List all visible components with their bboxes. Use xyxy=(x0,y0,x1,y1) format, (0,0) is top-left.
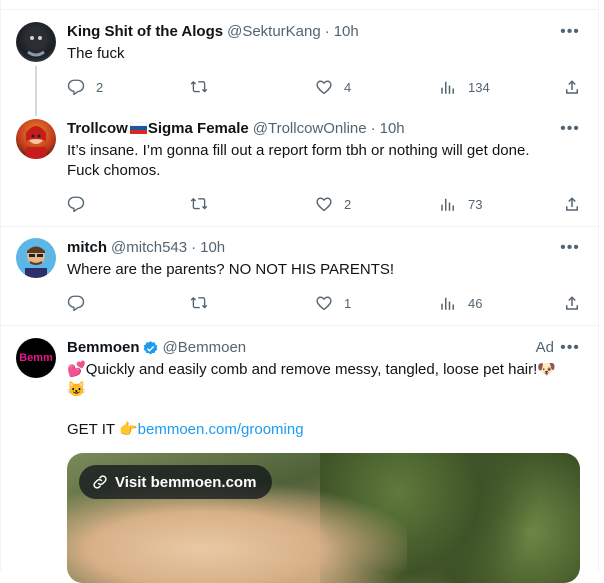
tweet-header: King Shit of the Alogs @SekturKang · 10h xyxy=(67,22,584,42)
like-button[interactable]: 4 xyxy=(315,77,351,97)
hearts-emoji: 💕 xyxy=(67,361,86,378)
view-count: 134 xyxy=(468,79,490,95)
russia-flag-icon xyxy=(129,122,147,135)
avatar[interactable] xyxy=(16,238,56,278)
display-name[interactable]: Trollcow Sigma Female xyxy=(67,119,249,139)
visit-button-label: Visit bemmoen.com xyxy=(115,473,257,491)
tweet-text: Where are the parents? NO NOT HIS PARENT… xyxy=(67,261,395,278)
reply-count: 2 xyxy=(96,79,104,95)
separator-dot: · xyxy=(370,120,376,137)
advertiser-avatar[interactable]: Bemm xyxy=(16,338,56,378)
cat-emoji: 😺 xyxy=(67,381,86,398)
pointing-hand-emoji: 👉 xyxy=(118,421,138,438)
reply-button[interactable] xyxy=(67,194,96,214)
ad-text-line1: 💕Quickly and easily comb and remove mess… xyxy=(67,361,556,378)
dog-emoji: 🐶 xyxy=(537,361,556,378)
reply-button[interactable]: 2 xyxy=(67,77,103,97)
tweet-text: It’s insane. I’m gonna fill out a report… xyxy=(67,142,530,179)
views-button[interactable]: 46 xyxy=(439,293,482,313)
tweet-text: The fuck xyxy=(67,45,125,62)
reply-icon xyxy=(67,196,85,213)
heart-icon xyxy=(316,296,332,311)
retweet-icon xyxy=(190,296,208,309)
more-options-icon[interactable]: ••• xyxy=(560,119,580,139)
link-icon xyxy=(93,475,107,489)
tweet-actions: 2 4 134 xyxy=(67,77,582,97)
tweet-actions: 2 73 xyxy=(67,194,582,214)
share-icon xyxy=(566,197,578,211)
view-count: 46 xyxy=(468,295,483,311)
reply-icon xyxy=(67,295,85,312)
tweet-actions: 1 46 xyxy=(67,293,582,313)
display-name[interactable]: Bemmoen xyxy=(67,338,140,358)
user-handle[interactable]: @Bemmoen xyxy=(163,338,247,358)
reply-button[interactable] xyxy=(67,293,96,313)
share-button[interactable] xyxy=(563,194,581,214)
tweet-header: Bemmoen @Bemmoen xyxy=(67,338,584,358)
retweet-button[interactable] xyxy=(190,293,219,313)
analytics-icon xyxy=(441,297,454,310)
reply-icon xyxy=(67,79,85,96)
ad-media-image[interactable]: Visit bemmoen.com xyxy=(67,453,580,583)
share-button[interactable] xyxy=(563,293,581,313)
tweet-header: Trollcow Sigma Female @TrollcowOnline · 1… xyxy=(67,119,584,139)
avatar-logo-text: Bemm xyxy=(19,352,53,364)
like-count: 2 xyxy=(344,196,352,212)
timestamp[interactable]: 10h xyxy=(380,119,405,139)
verified-badge-icon xyxy=(143,340,157,354)
display-name[interactable]: King Shit of the Alogs xyxy=(67,22,223,42)
user-handle[interactable]: @mitch543 xyxy=(111,238,187,258)
tweet-divider xyxy=(0,226,598,227)
retweet-button[interactable] xyxy=(190,77,219,97)
tweet-divider xyxy=(0,325,598,326)
share-icon xyxy=(566,296,578,310)
views-button[interactable]: 73 xyxy=(439,194,482,214)
retweet-button[interactable] xyxy=(190,194,219,214)
display-name[interactable]: mitch xyxy=(67,238,107,258)
more-options-icon[interactable]: ••• xyxy=(560,338,580,358)
like-button[interactable]: 1 xyxy=(315,293,351,313)
user-handle[interactable]: @TrollcowOnline xyxy=(253,119,367,139)
ad-link[interactable]: bemmoen.com/grooming xyxy=(138,421,304,438)
like-button[interactable]: 2 xyxy=(315,194,351,214)
analytics-icon xyxy=(441,198,454,211)
retweet-icon xyxy=(190,197,208,210)
heart-icon xyxy=(316,80,332,95)
share-button[interactable] xyxy=(563,77,581,97)
more-options-icon[interactable]: ••• xyxy=(560,22,580,42)
avatar[interactable] xyxy=(16,22,56,62)
avatar[interactable] xyxy=(16,119,56,159)
ad-text-line2: 😺 xyxy=(67,380,574,400)
like-count: 4 xyxy=(344,79,352,95)
heart-icon xyxy=(316,197,332,212)
timestamp[interactable]: 10h xyxy=(334,22,359,42)
more-options-icon[interactable]: ••• xyxy=(560,238,580,258)
separator-dot: · xyxy=(324,23,330,40)
retweet-icon xyxy=(190,80,208,93)
views-button[interactable]: 134 xyxy=(439,77,490,97)
tweet-header: mitch @mitch543 · 10h xyxy=(67,238,584,258)
view-count: 73 xyxy=(468,196,483,212)
ad-label: Ad xyxy=(535,339,554,356)
like-count: 1 xyxy=(344,295,352,311)
user-handle[interactable]: @SekturKang xyxy=(227,22,321,42)
separator-dot: · xyxy=(191,239,197,256)
timestamp[interactable]: 10h xyxy=(200,238,225,258)
analytics-icon xyxy=(441,81,454,94)
thread-line xyxy=(35,66,37,116)
share-icon xyxy=(566,80,578,94)
ad-cta-line: GET IT 👉bemmoen.com/grooming xyxy=(67,421,304,438)
visit-website-button[interactable]: Visit bemmoen.com xyxy=(79,465,273,499)
